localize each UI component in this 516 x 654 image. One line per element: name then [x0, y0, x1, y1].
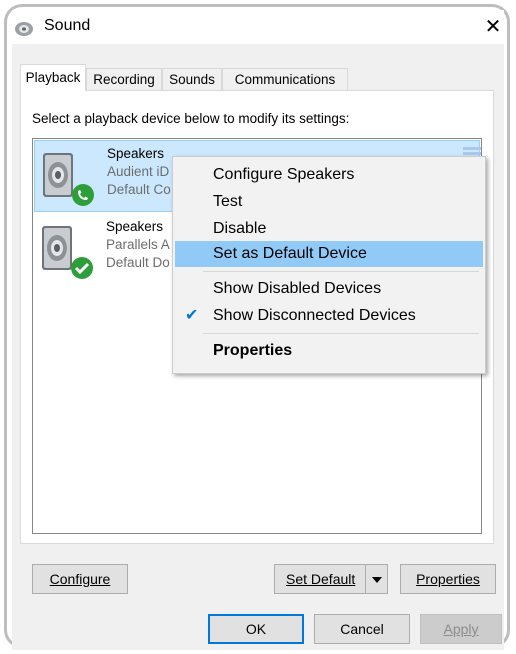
close-button[interactable]: ✕ [482, 14, 504, 40]
tab-playback[interactable]: Playback [20, 64, 86, 91]
menu-item-configure-speakers[interactable]: Configure Speakers [175, 162, 483, 188]
level-meter [463, 147, 481, 155]
menu-item-properties[interactable]: Properties [175, 338, 483, 364]
device-name: Speakers [107, 146, 165, 161]
menu-item-disable[interactable]: Disable [175, 216, 483, 242]
checkmark-icon: ✔ [185, 307, 199, 324]
properties-label: Properties [416, 571, 480, 587]
tab-recording[interactable]: Recording [86, 68, 162, 90]
sound-dialog: Sound ✕ Playback Recording Sounds Commun… [12, 10, 504, 650]
tab-communications[interactable]: Communications [222, 68, 348, 90]
dialog-footer: OK Cancel Apply [12, 610, 504, 650]
speaker-icon [15, 22, 33, 36]
set-default-button[interactable]: Set Default [274, 564, 388, 594]
menu-item-label: Disable [213, 220, 267, 237]
menu-separator [203, 333, 479, 334]
menu-item-test[interactable]: Test [175, 189, 483, 215]
menu-item-show-disabled-devices[interactable]: Show Disabled Devices [175, 276, 483, 302]
apply-button[interactable]: Apply [420, 614, 502, 644]
apply-label: Apply [443, 621, 479, 637]
tab-sounds[interactable]: Sounds [162, 68, 222, 90]
menu-item-label: Configure Speakers [213, 166, 355, 183]
chevron-down-icon[interactable] [365, 565, 388, 593]
checkmark-badge-icon [71, 257, 93, 279]
device-status: Default Co [107, 182, 171, 197]
menu-item-label: Show Disabled Devices [213, 280, 382, 297]
configure-label: Configure [49, 571, 111, 587]
menu-item-label: Set as Default Device [213, 245, 367, 262]
menu-item-label: Show Disconnected Devices [213, 307, 416, 324]
menu-item-label: Properties [213, 342, 293, 359]
cancel-button[interactable]: Cancel [314, 614, 410, 644]
menu-item-show-disconnected-devices[interactable]: ✔ Show Disconnected Devices [175, 303, 483, 329]
device-name: Speakers [106, 219, 164, 234]
title-bar: Sound ✕ [12, 10, 504, 44]
properties-button[interactable]: Properties [400, 564, 496, 594]
ok-button[interactable]: OK [208, 614, 304, 644]
device-status: Default Do [106, 255, 170, 270]
set-default-label: Set Default [286, 571, 356, 587]
context-menu: Configure Speakers Test Disable Set as D… [172, 156, 486, 374]
menu-separator [203, 271, 479, 272]
device-description: Parallels A [106, 237, 170, 252]
instruction-text: Select a playback device below to modify… [32, 111, 350, 126]
menu-item-label: Test [213, 193, 243, 210]
configure-button[interactable]: Configure [32, 564, 128, 594]
device-description: Audient iD [107, 164, 170, 179]
close-icon: ✕ [484, 16, 502, 38]
phone-badge-icon [72, 184, 94, 206]
window-title: Sound [44, 17, 91, 34]
menu-item-set-default-device[interactable]: Set as Default Device [175, 241, 483, 267]
